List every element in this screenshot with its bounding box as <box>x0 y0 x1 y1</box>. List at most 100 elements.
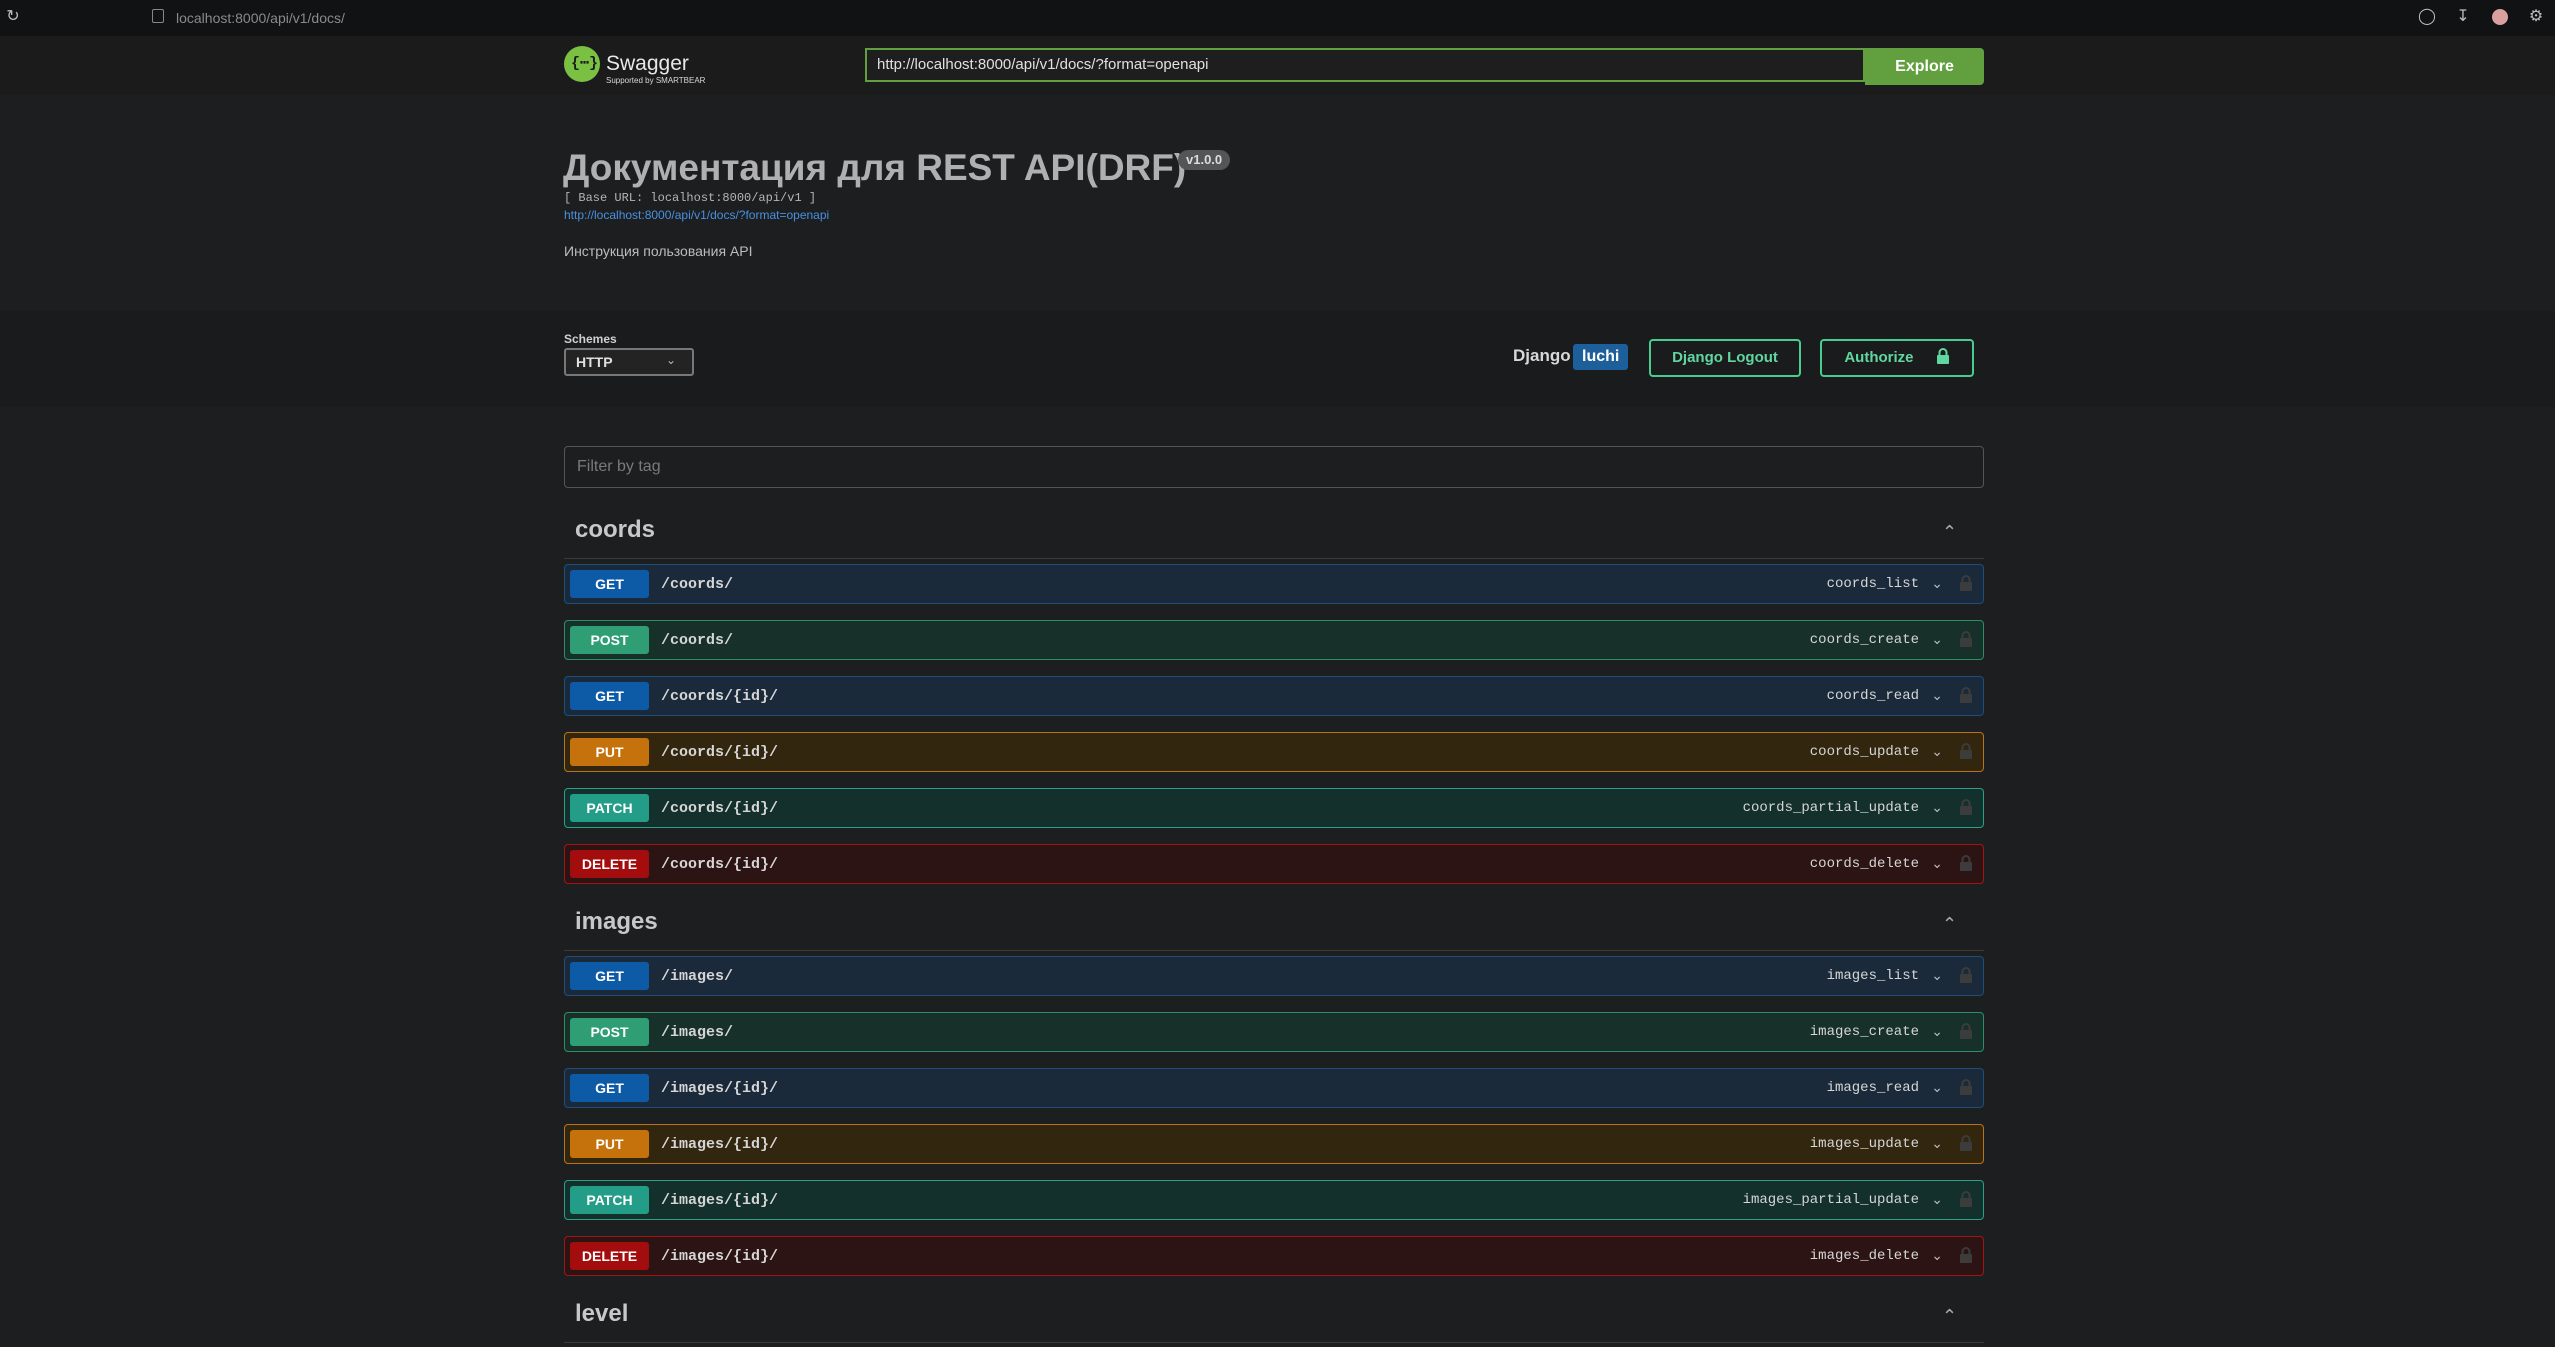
operation-path: /images/{id}/ <box>661 1080 779 1097</box>
operation-id: images_read <box>1826 1080 1919 1096</box>
chevron-down-icon[interactable]: ⌄ <box>1931 1023 1943 1040</box>
username-badge: luchi <box>1573 344 1629 370</box>
explore-button[interactable]: Explore <box>1865 48 1984 85</box>
operation-row[interactable]: GET/coords/{id}/ coords_read ⌄ <box>564 676 1984 716</box>
pocket-icon[interactable]: ◯ <box>2418 8 2436 26</box>
spec-link[interactable]: http://localhost:8000/api/v1/docs/?forma… <box>564 208 829 222</box>
page-title: Документация для REST API(DRF) <box>563 147 1187 188</box>
chevron-up-icon[interactable]: ⌃ <box>1942 522 1957 543</box>
operation-id: images_delete <box>1809 1248 1919 1264</box>
lock-icon[interactable] <box>1959 855 1973 871</box>
operation-id: images_partial_update <box>1742 1192 1919 1208</box>
page-icon <box>152 9 164 23</box>
lock-icon[interactable] <box>1959 799 1973 815</box>
operation-path: /images/ <box>661 968 734 985</box>
lock-icon[interactable] <box>1959 1191 1973 1207</box>
operation-row[interactable]: DELETE/images/{id}/ images_delete ⌄ <box>564 1236 1984 1276</box>
operation-id: images_list <box>1826 968 1919 984</box>
operation-row[interactable]: PATCH/coords/{id}/ coords_partial_update ⌄ <box>564 788 1984 828</box>
django-label: Django <box>1513 346 1571 365</box>
tag-level-title[interactable]: level <box>575 1300 628 1328</box>
method-badge: DELETE <box>570 1242 649 1270</box>
operation-path: /images/{id}/ <box>661 1136 779 1153</box>
operation-path: /coords/{id}/ <box>661 744 779 761</box>
lock-icon[interactable] <box>1959 631 1973 647</box>
version-badge: v1.0.0 <box>1178 150 1231 170</box>
lock-icon[interactable] <box>1959 967 1973 983</box>
method-badge: DELETE <box>570 850 649 878</box>
operation-path: /images/{id}/ <box>661 1248 779 1265</box>
chevron-down-icon[interactable]: ⌄ <box>1931 687 1943 704</box>
operation-row[interactable]: PUT/images/{id}/ images_update ⌄ <box>564 1124 1984 1164</box>
method-badge: PUT <box>570 1130 649 1158</box>
operation-row[interactable]: DELETE/coords/{id}/ coords_delete ⌄ <box>564 844 1984 884</box>
logo-subtitle: Supported by SMARTBEAR <box>606 76 706 85</box>
chevron-down-icon[interactable]: ⌄ <box>1931 631 1943 648</box>
reload-icon[interactable]: ↻ <box>4 8 22 26</box>
operation-row[interactable]: POST/coords/coords_create ⌄ <box>564 620 1984 660</box>
authorize-button[interactable]: Authorize <box>1820 339 1974 377</box>
operation-row[interactable]: GET/images/{id}/ images_read ⌄ <box>564 1068 1984 1108</box>
operation-id: images_update <box>1809 1136 1919 1152</box>
django-logout-button[interactable]: Django Logout <box>1649 339 1801 377</box>
spec-url-input[interactable]: http://localhost:8000/api/v1/docs/?forma… <box>865 48 1865 82</box>
lock-icon[interactable] <box>1959 1079 1973 1095</box>
operation-row[interactable]: GET/images/images_list ⌄ <box>564 956 1984 996</box>
chevron-up-icon[interactable]: ⌃ <box>1942 914 1957 935</box>
extensions-icon[interactable]: ⚙ <box>2527 8 2545 26</box>
lock-icon[interactable] <box>1959 1135 1973 1151</box>
chevron-down-icon[interactable]: ⌄ <box>1931 1135 1943 1152</box>
chevron-down-icon[interactable]: ⌄ <box>1931 799 1943 816</box>
lock-icon[interactable] <box>1959 743 1973 759</box>
operation-path: /images/ <box>661 1024 734 1041</box>
filter-by-tag-input[interactable]: Filter by tag <box>564 446 1984 488</box>
method-badge: GET <box>570 682 649 710</box>
operation-id: images_create <box>1809 1024 1919 1040</box>
api-description: Инструкция пользования API <box>564 243 753 259</box>
method-badge: POST <box>570 1018 649 1046</box>
operation-path: /coords/{id}/ <box>661 800 779 817</box>
chevron-down-icon[interactable]: ⌄ <box>1931 1079 1943 1096</box>
browser-address-bar[interactable]: localhost:8000/api/v1/docs/ <box>176 10 345 26</box>
download-icon[interactable]: ↧ <box>2454 8 2472 26</box>
schemes-label: Schemes <box>564 332 617 346</box>
chevron-down-icon[interactable]: ⌄ <box>1931 1247 1943 1264</box>
operation-id: coords_list <box>1826 576 1919 592</box>
lock-icon <box>1936 348 1949 364</box>
lock-icon[interactable] <box>1959 1023 1973 1039</box>
lock-icon[interactable] <box>1959 575 1973 591</box>
operation-path: /coords/{id}/ <box>661 688 779 705</box>
operation-path: /coords/{id}/ <box>661 856 779 873</box>
chevron-down-icon[interactable]: ⌄ <box>1931 575 1943 592</box>
operation-id: coords_update <box>1809 744 1919 760</box>
base-url: [ Base URL: localhost:8000/api/v1 ] <box>564 191 817 205</box>
operation-row[interactable]: PATCH/images/{id}/ images_partial_update ⌄ <box>564 1180 1984 1220</box>
operation-id: coords_partial_update <box>1742 800 1919 816</box>
info-section <box>0 95 2555 311</box>
method-badge: POST <box>570 626 649 654</box>
chevron-down-icon: ⌄ <box>666 353 677 367</box>
operation-row[interactable]: GET/coords/coords_list ⌄ <box>564 564 1984 604</box>
chevron-up-icon[interactable]: ⌃ <box>1942 1306 1957 1327</box>
lock-icon[interactable] <box>1959 687 1973 703</box>
chevron-down-icon[interactable]: ⌄ <box>1931 743 1943 760</box>
profile-avatar[interactable] <box>2492 9 2508 25</box>
operation-path: /coords/ <box>661 576 734 593</box>
tag-divider <box>564 558 1984 559</box>
authorize-label: Authorize <box>1844 349 1914 366</box>
chevron-down-icon[interactable]: ⌄ <box>1931 967 1943 984</box>
operation-id: coords_delete <box>1809 856 1919 872</box>
method-badge: GET <box>570 570 649 598</box>
tag-images-title[interactable]: images <box>575 908 658 936</box>
operation-row[interactable]: PUT/coords/{id}/ coords_update ⌄ <box>564 732 1984 772</box>
method-badge: PUT <box>570 738 649 766</box>
chevron-down-icon[interactable]: ⌄ <box>1931 855 1943 872</box>
swagger-logo-icon: {⋯} <box>564 46 600 82</box>
method-badge: GET <box>570 962 649 990</box>
lock-icon[interactable] <box>1959 1247 1973 1263</box>
operation-row[interactable]: POST/images/images_create ⌄ <box>564 1012 1984 1052</box>
tag-coords-title[interactable]: coords <box>575 516 655 544</box>
method-badge: PATCH <box>570 1186 649 1214</box>
chevron-down-icon[interactable]: ⌄ <box>1931 1191 1943 1208</box>
browser-toolbar <box>0 0 2555 36</box>
